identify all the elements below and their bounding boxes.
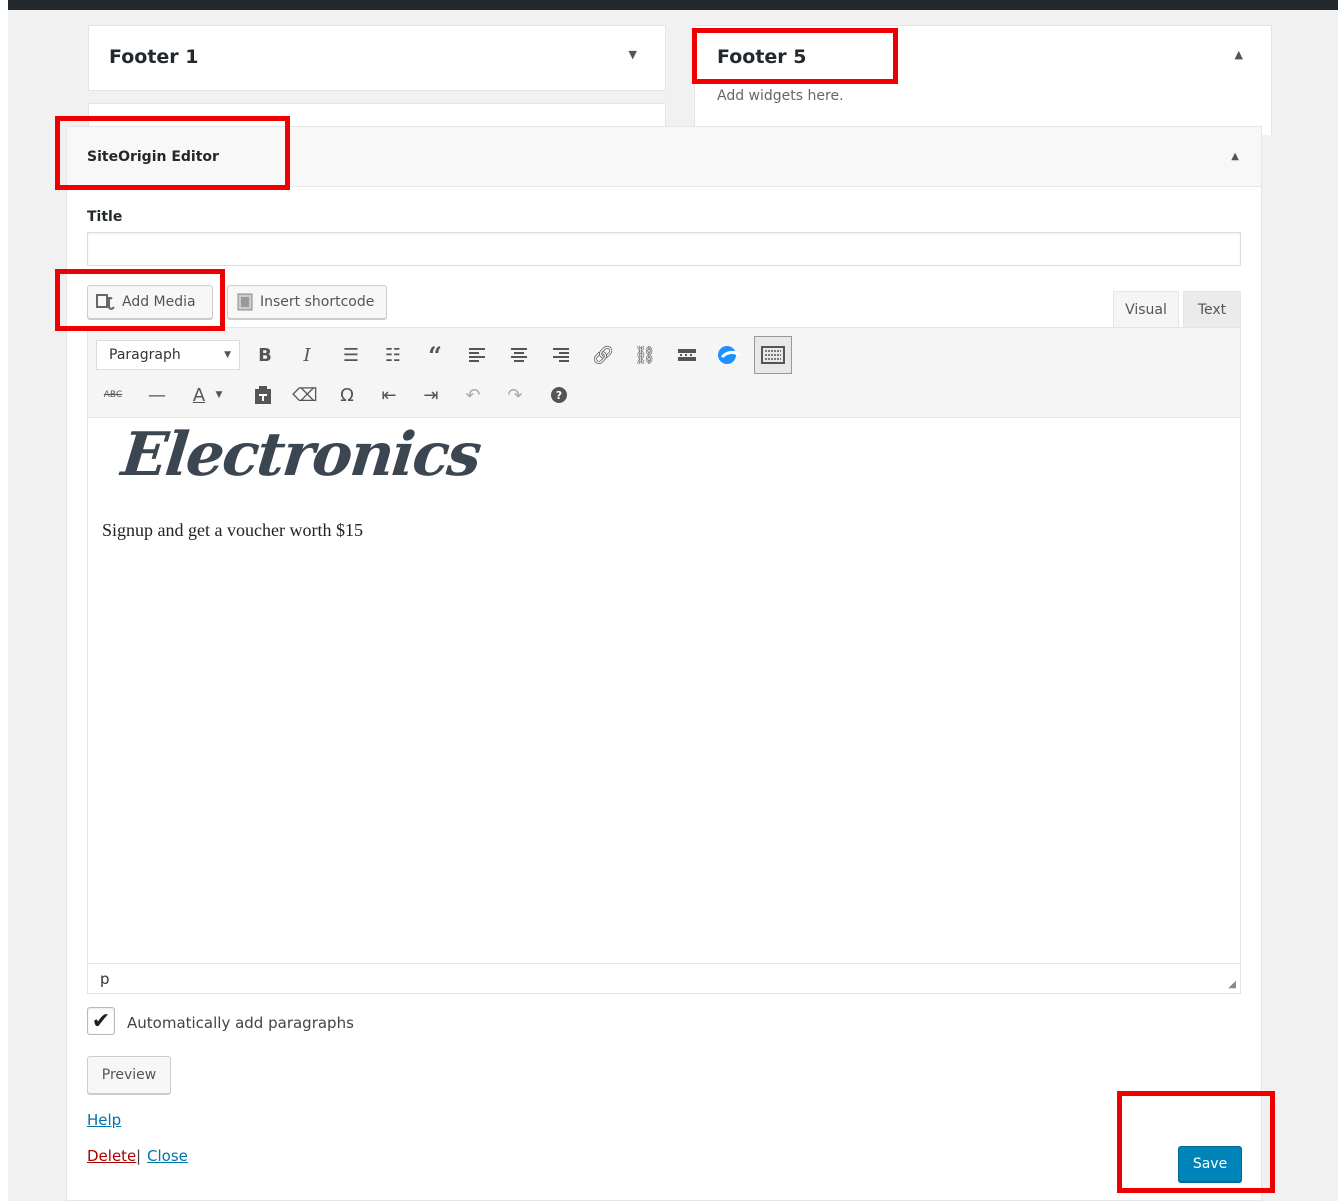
align-left-icon[interactable] (462, 340, 492, 370)
help-icon[interactable]: ? (544, 380, 574, 410)
horizontal-line-icon[interactable]: — (142, 380, 172, 410)
title-input[interactable] (87, 232, 1241, 266)
widget-header[interactable]: SiteOrigin Editor ▲ (67, 127, 1261, 187)
indent-icon[interactable]: ⇥ (416, 380, 446, 410)
toolbar-toggle-icon[interactable] (754, 336, 792, 374)
chevron-down-icon[interactable]: ▼ (629, 48, 637, 61)
title-label: Title (87, 209, 123, 225)
link-separator: | (136, 1147, 142, 1165)
eraser-icon[interactable]: ⌫ (290, 380, 320, 410)
chevron-up-icon[interactable]: ▲ (1235, 48, 1243, 61)
numbered-list-icon[interactable]: ☷ (378, 340, 408, 370)
sidebar-footer-5-hint: Add widgets here. (717, 88, 844, 104)
blockquote-icon[interactable]: “ (420, 340, 450, 370)
element-path[interactable]: p (100, 970, 110, 988)
sidebar-footer-1[interactable]: Footer 1 ▼ (88, 25, 666, 91)
resize-handle-icon[interactable]: ◢ (1228, 979, 1236, 990)
siteorigin-editor-widget: SiteOrigin Editor ▲ Title Add Media Inse… (66, 126, 1262, 1201)
outdent-icon[interactable]: ⇤ (374, 380, 404, 410)
bullet-list-icon[interactable]: ☰ (336, 340, 366, 370)
text-color-icon[interactable]: A (184, 380, 214, 410)
media-icon (96, 294, 115, 310)
unlink-icon[interactable]: ⛓︎ (630, 340, 660, 370)
sidebar-footer-5[interactable]: Footer 5 ▲ Add widgets here. (694, 25, 1272, 135)
italic-icon[interactable]: I (292, 340, 322, 370)
preview-button[interactable]: Preview (87, 1056, 171, 1094)
editor-statusbar: p ◢ (88, 963, 1240, 993)
admin-top-bar (0, 0, 1338, 10)
link-icon[interactable]: 🔗︎ (588, 340, 618, 370)
bold-icon[interactable]: B (250, 340, 280, 370)
format-select-value: Paragraph (109, 347, 181, 363)
tab-text[interactable]: Text (1183, 291, 1241, 329)
add-media-label: Add Media (122, 294, 196, 310)
insert-shortcode-button[interactable]: Insert shortcode (227, 285, 387, 319)
sidebar-footer-5-title: Footer 5 (717, 46, 807, 68)
editor-content[interactable]: Electronics Signup and get a voucher wor… (88, 418, 1240, 964)
chevron-down-icon: ▼ (224, 350, 231, 360)
align-right-icon[interactable] (546, 340, 576, 370)
delete-link[interactable]: Delete (87, 1147, 136, 1165)
strikethrough-icon[interactable]: ABC (98, 380, 128, 410)
insert-shortcode-label: Insert shortcode (260, 294, 375, 310)
save-button[interactable]: Save (1178, 1146, 1242, 1182)
tab-visual[interactable]: Visual (1113, 291, 1179, 329)
auto-paragraphs-checkbox[interactable]: ✔ (87, 1007, 115, 1035)
omega-icon[interactable]: Ω (332, 380, 362, 410)
close-link[interactable]: Close (147, 1147, 188, 1165)
chevron-down-icon[interactable]: ▼ (212, 380, 226, 410)
read-more-icon[interactable] (672, 340, 702, 370)
sidebar-footer-1-title: Footer 1 (109, 46, 199, 68)
plugin-icon[interactable] (714, 340, 744, 370)
editor-toolbar: Paragraph ▼ B I ☰ ☷ “ 🔗︎ ⛓︎ ABC — A ▼ ⌫ … (88, 328, 1240, 418)
format-select[interactable]: Paragraph ▼ (96, 340, 240, 370)
widget-title: SiteOrigin Editor (87, 149, 219, 165)
collapse-icon[interactable]: ▲ (1231, 151, 1239, 162)
redo-icon[interactable]: ↷ (500, 380, 530, 410)
auto-paragraphs-label: Automatically add paragraphs (127, 1014, 354, 1032)
add-media-button[interactable]: Add Media (87, 285, 213, 319)
content-paragraph: Signup and get a voucher worth $15 (102, 520, 363, 540)
paste-text-icon[interactable] (248, 380, 278, 410)
electronics-logo-image: Electronics (118, 420, 483, 490)
help-link[interactable]: Help (87, 1111, 121, 1129)
left-gutter (0, 0, 8, 1201)
undo-icon[interactable]: ↶ (458, 380, 488, 410)
rich-text-editor: Paragraph ▼ B I ☰ ☷ “ 🔗︎ ⛓︎ ABC — A ▼ ⌫ … (87, 327, 1241, 994)
align-center-icon[interactable] (504, 340, 534, 370)
svg-text:?: ? (556, 389, 562, 402)
shortcode-icon (237, 293, 253, 311)
